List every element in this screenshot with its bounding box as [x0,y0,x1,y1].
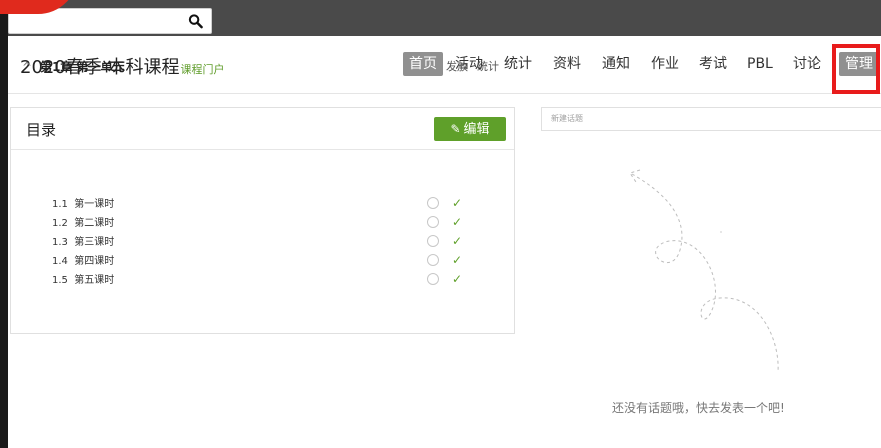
nav-pbl[interactable]: PBL [747,52,773,76]
edit-button[interactable]: ✎ 编辑 [434,117,506,141]
nav-notices[interactable]: 通知 [602,52,630,76]
nav-home[interactable]: 首页 [403,52,443,76]
search-icon[interactable] [188,13,203,29]
check-icon: ✓ [452,272,463,286]
new-topic-input[interactable]: 新建话题 [541,107,881,131]
release-radio[interactable] [427,216,439,228]
manage-highlight-box [832,44,880,94]
nav-exams[interactable]: 考试 [699,52,727,76]
lesson-item[interactable]: 1.5 第五课时 [52,271,114,286]
catalog-title: 目录 [26,121,57,139]
course-portal-link[interactable]: 课程门户 [181,63,225,76]
nav-homework[interactable]: 作业 [651,52,679,76]
check-icon: ✓ [452,234,463,248]
chapter-title: 第1章 第一单元 [40,60,125,74]
arrow-curve [631,173,779,373]
empty-topics-message: 还没有话题哦，快去发表一个吧! [612,401,785,415]
release-radio[interactable] [427,254,439,266]
lesson-number: 1.1 [52,199,68,210]
top-bar [8,0,881,36]
lesson-name: 第四课时 [74,256,115,267]
edit-label: 编辑 [463,122,490,137]
stats-column-header: 统计 [477,60,499,73]
nav-discussion[interactable]: 讨论 [793,52,821,76]
lesson-name: 第五课时 [74,275,115,286]
lesson-name: 第一课时 [74,199,115,210]
release-radio[interactable] [427,197,439,209]
check-icon: ✓ [452,253,463,267]
lesson-number: 1.2 [52,218,68,229]
course-header: 2020春季 本科课程课程门户 首页 活动 统计 资料 通知 作业 考试 PBL… [8,36,881,94]
check-icon: ✓ [452,215,463,229]
window-edge [0,0,8,448]
lesson-number: 1.4 [52,256,68,267]
lesson-number: 1.5 [52,275,68,286]
lesson-item[interactable]: 1.3 第三课时 [52,233,114,248]
nav-resources[interactable]: 资料 [553,52,581,76]
pencil-icon: ✎ [450,122,461,136]
check-icon: ✓ [452,196,463,210]
release-column-header: 发放 [446,60,468,73]
release-radio[interactable] [427,235,439,247]
catalog-header: 目录 ✎ 编辑 [11,108,514,150]
lesson-item[interactable]: 1.4 第四课时 [52,252,114,267]
nav-stats[interactable]: 统计 [504,52,532,76]
release-radio[interactable] [427,273,439,285]
chapter-row[interactable]: ^ 第1章 第一单元 [22,58,125,75]
lesson-item[interactable]: 1.2 第二课时 [52,214,114,229]
chevron-up-icon[interactable]: ^ [22,60,32,74]
lesson-name: 第三课时 [74,237,115,248]
lesson-item[interactable]: 1.1 第一课时 [52,195,114,210]
lesson-name: 第二课时 [74,218,115,229]
arrow-head [629,169,641,183]
empty-state-arrow-illustration [629,169,779,373]
lesson-number: 1.3 [52,237,68,248]
